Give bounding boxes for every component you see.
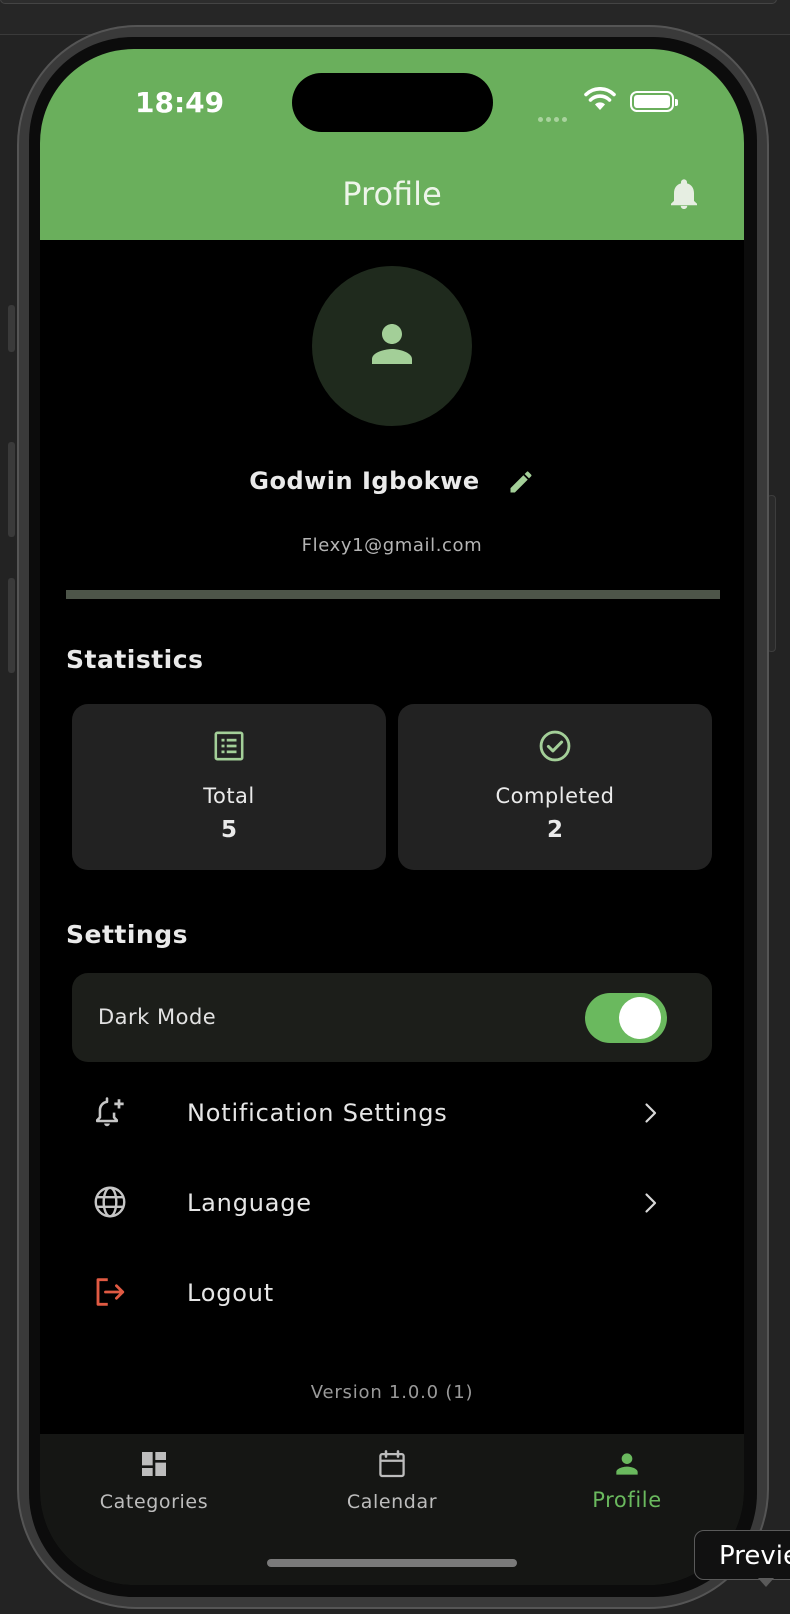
stat-completed-label: Completed bbox=[495, 784, 615, 808]
dark-mode-row: Dark Mode bbox=[72, 973, 712, 1062]
page-title: Profile bbox=[342, 175, 442, 213]
nav-label-categories: Categories bbox=[99, 1491, 209, 1513]
stat-total-value: 5 bbox=[220, 817, 237, 843]
user-name: Godwin Igbokwe bbox=[249, 467, 480, 495]
nav-label-calendar: Calendar bbox=[346, 1491, 438, 1513]
notification-settings-label: Notification Settings bbox=[187, 1099, 448, 1127]
settings-item-language[interactable]: Language bbox=[72, 1163, 712, 1243]
statistics-heading: Statistics bbox=[66, 645, 204, 674]
nav-tab-categories[interactable]: Categories bbox=[54, 1434, 254, 1544]
wifi-icon bbox=[584, 87, 616, 110]
user-name-row: Godwin Igbokwe bbox=[40, 467, 744, 496]
chevron-right-icon bbox=[645, 1193, 657, 1213]
globe-icon bbox=[94, 1186, 126, 1218]
bell-icon[interactable] bbox=[669, 177, 699, 211]
avatar[interactable] bbox=[312, 266, 472, 426]
user-email: Flexy1@gmail.com bbox=[301, 535, 483, 556]
nav-tab-calendar[interactable]: Calendar bbox=[292, 1434, 492, 1544]
dark-mode-label: Dark Mode bbox=[98, 1005, 217, 1029]
phone-action-button bbox=[8, 305, 15, 352]
logout-icon bbox=[96, 1278, 125, 1306]
phone-volume-up-button bbox=[8, 442, 15, 537]
home-indicator bbox=[267, 1559, 517, 1567]
stat-total-label: Total bbox=[203, 784, 255, 808]
dashboard-icon bbox=[142, 1452, 166, 1476]
dark-mode-toggle[interactable] bbox=[585, 993, 667, 1043]
settings-item-notifications[interactable]: Notification Settings bbox=[72, 1073, 712, 1153]
chevron-right-icon bbox=[645, 1103, 657, 1123]
simulator-toolbar-pill bbox=[0, 0, 777, 4]
bell-plus-icon bbox=[95, 1097, 124, 1127]
preview-tooltip: Previe bbox=[694, 1530, 790, 1580]
check-circle-icon bbox=[539, 730, 571, 762]
phone-screen: 18:49 Profile Godwin Igbokwe Flexy1@gmai… bbox=[40, 49, 744, 1585]
edit-icon[interactable] bbox=[507, 468, 535, 496]
app-version: Version 1.0.0 (1) bbox=[310, 1382, 474, 1403]
stat-completed-value: 2 bbox=[546, 817, 563, 843]
list-icon bbox=[214, 731, 244, 761]
settings-item-logout[interactable]: Logout bbox=[72, 1253, 712, 1333]
toggle-knob bbox=[619, 997, 661, 1039]
person-icon bbox=[372, 324, 412, 364]
calendar-icon bbox=[379, 1450, 405, 1478]
status-time: 18:49 bbox=[135, 86, 225, 119]
cellular-signal-icon bbox=[538, 107, 570, 126]
divider bbox=[66, 590, 720, 599]
preview-tooltip-arrow bbox=[758, 1578, 774, 1587]
battery-icon bbox=[630, 91, 678, 112]
app-bar: 18:49 Profile bbox=[40, 49, 744, 240]
dynamic-island bbox=[292, 73, 493, 132]
stat-card-total: Total 5 bbox=[72, 704, 386, 870]
language-label: Language bbox=[187, 1189, 312, 1217]
nav-label-profile: Profile bbox=[592, 1488, 662, 1512]
phone-volume-down-button bbox=[8, 578, 15, 673]
logout-label: Logout bbox=[187, 1279, 274, 1307]
stat-card-completed: Completed 2 bbox=[398, 704, 712, 870]
settings-heading: Settings bbox=[66, 920, 189, 949]
nav-tab-profile[interactable]: Profile bbox=[527, 1434, 727, 1544]
person-icon bbox=[616, 1453, 638, 1475]
